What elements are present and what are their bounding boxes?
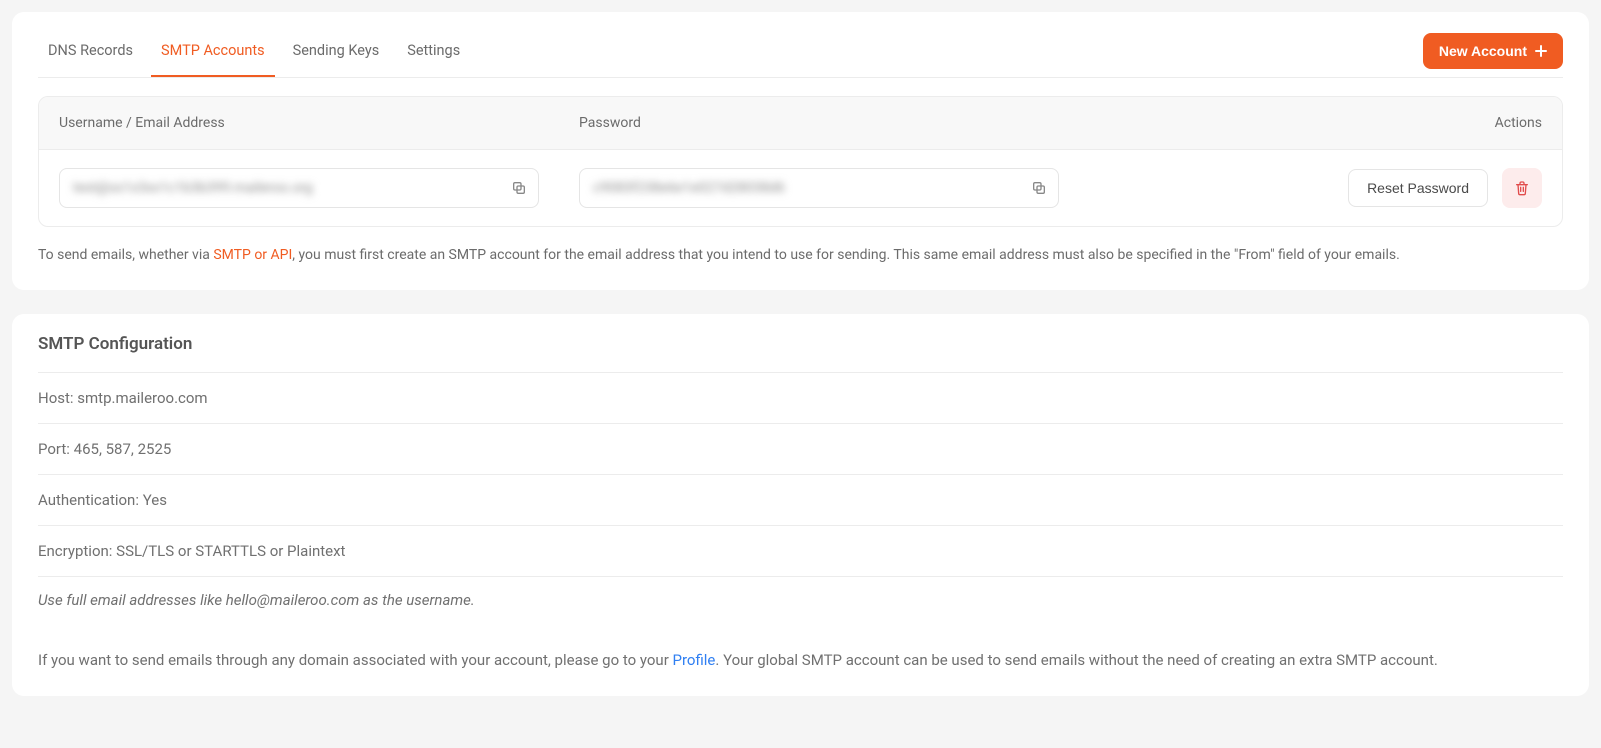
smtp-accounts-card: DNS Records SMTP Accounts Sending Keys S… [12,12,1589,290]
footer-p2: . Your global SMTP account can be used t… [715,651,1437,669]
copy-username-icon[interactable] [511,180,527,196]
tab-dns-records[interactable]: DNS Records [38,32,143,77]
table-row: test@xx1x3xx1c1b3b399.maileroo.org c9083… [39,149,1562,226]
auth-value: Yes [143,491,167,509]
config-hint: Use full email addresses like hello@mail… [38,576,1563,609]
host-label: Host: [38,389,74,407]
port-label: Port: [38,440,70,458]
header-password: Password [579,115,1079,131]
tabs-row: DNS Records SMTP Accounts Sending Keys S… [38,32,1563,78]
config-host-row: Host: smtp.maileroo.com [38,372,1563,423]
username-field[interactable] [59,168,539,208]
cell-username: test@xx1x3xx1c1b3b399.maileroo.org [59,168,579,208]
cell-actions: Reset Password [1079,168,1542,208]
new-account-button[interactable]: New Account [1423,33,1563,69]
enc-label: Encryption: [38,542,112,560]
password-field[interactable] [579,168,1059,208]
config-enc-row: Encryption: SSL/TLS or STARTTLS or Plain… [38,525,1563,576]
reset-password-button[interactable]: Reset Password [1348,169,1488,207]
header-username: Username / Email Address [59,115,579,131]
info-prefix: To send emails, whether via [38,247,213,263]
trash-icon [1514,180,1530,196]
tab-settings[interactable]: Settings [397,32,470,77]
enc-value: SSL/TLS or STARTTLS or Plaintext [116,542,345,560]
plus-icon [1535,45,1547,57]
footer-text: If you want to send emails through any d… [38,649,1563,672]
info-highlight: SMTP or API [213,247,292,263]
host-value: smtp.maileroo.com [77,389,207,407]
config-port-row: Port: 465, 587, 2525 [38,423,1563,474]
tab-smtp-accounts[interactable]: SMTP Accounts [151,32,275,77]
port-value: 465, 587, 2525 [74,440,172,458]
auth-label: Authentication: [38,491,139,509]
new-account-label: New Account [1439,43,1527,59]
table-header: Username / Email Address Password Action… [39,97,1562,149]
profile-link[interactable]: Profile [673,651,716,669]
info-text: To send emails, whether via SMTP or API,… [38,245,1563,266]
cell-password: c9083f238e6e1e027d28038d6 [579,168,1079,208]
config-title: SMTP Configuration [38,334,1563,372]
copy-password-icon[interactable] [1031,180,1047,196]
footer-p1: If you want to send emails through any d… [38,651,673,669]
tab-sending-keys[interactable]: Sending Keys [283,32,390,77]
header-actions: Actions [1079,115,1542,131]
config-auth-row: Authentication: Yes [38,474,1563,525]
accounts-table: Username / Email Address Password Action… [38,96,1563,227]
info-suffix: , you must first create an SMTP account … [292,247,1400,263]
tabs: DNS Records SMTP Accounts Sending Keys S… [38,32,470,77]
delete-account-button[interactable] [1502,168,1542,208]
smtp-config-card: SMTP Configuration Host: smtp.maileroo.c… [12,314,1589,696]
